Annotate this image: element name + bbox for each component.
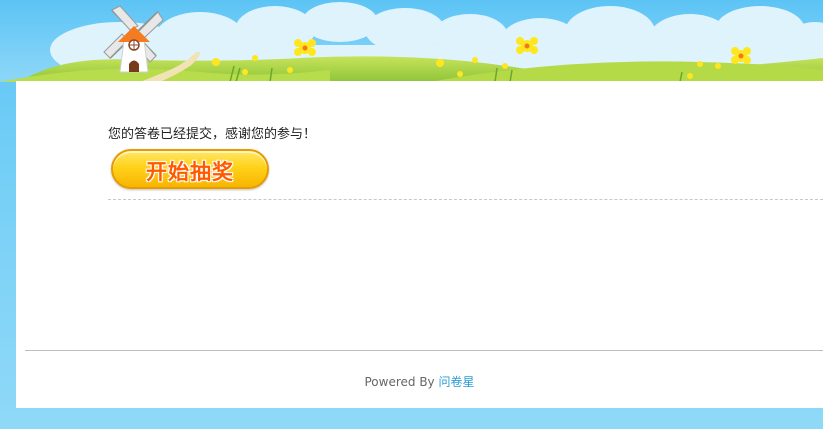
dashed-divider — [108, 199, 823, 200]
powered-by-text: Powered By — [364, 375, 435, 389]
footer: Powered By 问卷星 — [16, 373, 823, 390]
banner-illustration — [0, 0, 823, 82]
start-lottery-button[interactable]: 开始抽奖 — [111, 149, 269, 189]
start-lottery-button-label: 开始抽奖 — [146, 160, 234, 184]
footer-divider — [25, 350, 823, 351]
wenjuanxing-link[interactable]: 问卷星 — [438, 375, 474, 389]
result-card: 您的答卷已经提交，感谢您的参与！ 开始抽奖 Powered By 问卷星 — [16, 81, 823, 408]
submission-message: 您的答卷已经提交，感谢您的参与！ — [108, 127, 317, 142]
